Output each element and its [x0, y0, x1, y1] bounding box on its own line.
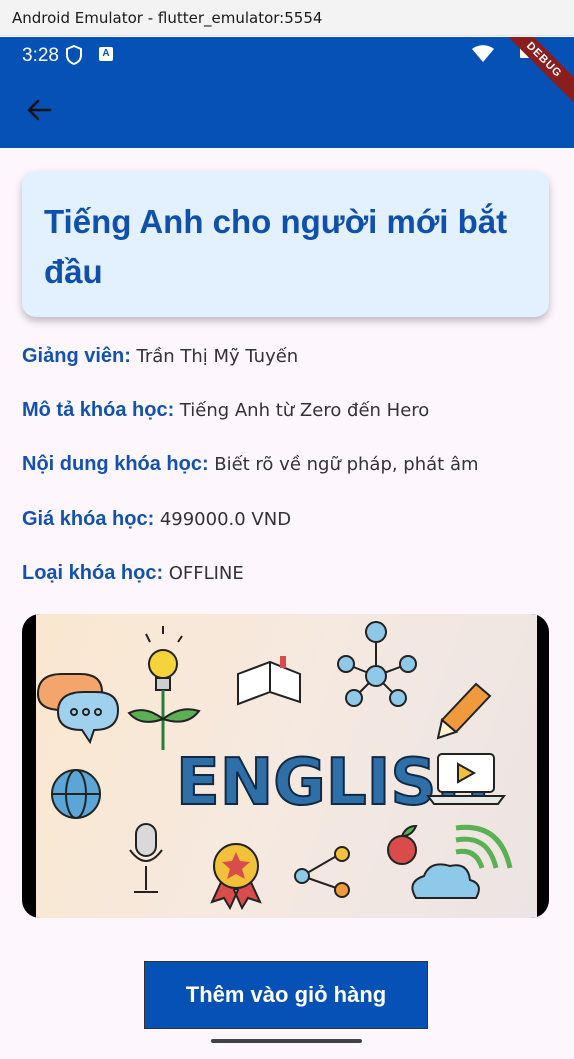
content-label: Nội dung khóa học:: [22, 453, 209, 475]
shield-icon: [66, 45, 82, 65]
laptop-icon: [426, 753, 506, 805]
english-illustration: ENGLISH: [36, 621, 513, 911]
course-title: Tiếng Anh cho người mới bắt đầu: [44, 203, 508, 290]
globe-icon: [51, 769, 101, 819]
wifi-icon: [472, 45, 494, 62]
window-title: Android Emulator - flutter_emulator:5554: [12, 9, 323, 27]
a-badge: A: [99, 47, 113, 61]
type-value: OFFLINE: [168, 563, 244, 584]
microphone-icon: [129, 823, 163, 893]
cloud-icon: [411, 824, 513, 899]
app-bar: 3:28 A DEBUG: [0, 37, 574, 148]
pencil-icon: [436, 682, 492, 740]
type-label: Loại khóa học:: [22, 562, 164, 584]
arrow-back-icon[interactable]: [24, 95, 54, 125]
price-label: Giá khóa học:: [22, 508, 155, 530]
network-icon: [337, 621, 417, 707]
content-value: Biết rõ về ngữ pháp, phát âm: [214, 454, 479, 475]
status-time: 3:28: [22, 45, 59, 66]
add-to-cart-button[interactable]: Thêm vào giỏ hàng: [144, 961, 428, 1029]
content-row: Nội dung khóa học: Biết rõ về ngữ pháp, …: [22, 453, 479, 476]
type-row: Loại khóa học: OFFLINE: [22, 562, 244, 585]
debug-banner: DEBUG: [495, 37, 574, 109]
course-image: ENGLISH: [22, 614, 549, 918]
medal-icon: [210, 843, 262, 911]
app-screen: 3:28 A DEBUG Tiếng Anh cho người mới bắt…: [0, 37, 574, 1059]
window-titlebar: Android Emulator - flutter_emulator:5554: [0, 0, 574, 36]
course-title-card: Tiếng Anh cho người mới bắt đầu: [22, 171, 549, 317]
apple-icon: [387, 824, 418, 865]
lightbulb-icon: [127, 626, 201, 750]
home-indicator[interactable]: [211, 1039, 362, 1043]
instructor-label: Giảng viên:: [22, 345, 131, 367]
course-image-content: ENGLISH: [36, 614, 537, 918]
book-icon: [237, 656, 301, 706]
description-row: Mô tả khóa học: Tiếng Anh từ Zero đến He…: [22, 399, 429, 422]
share-icon: [294, 846, 350, 898]
description-value: Tiếng Anh từ Zero đến Hero: [179, 400, 430, 421]
price-row: Giá khóa học: 499000.0 VND: [22, 508, 291, 531]
instructor-value: Trần Thị Mỹ Tuyến: [136, 346, 299, 367]
description-label: Mô tả khóa học:: [22, 399, 175, 421]
price-value: 499000.0 VND: [159, 509, 292, 530]
instructor-row: Giảng viên: Trần Thị Mỹ Tuyến: [22, 345, 298, 368]
